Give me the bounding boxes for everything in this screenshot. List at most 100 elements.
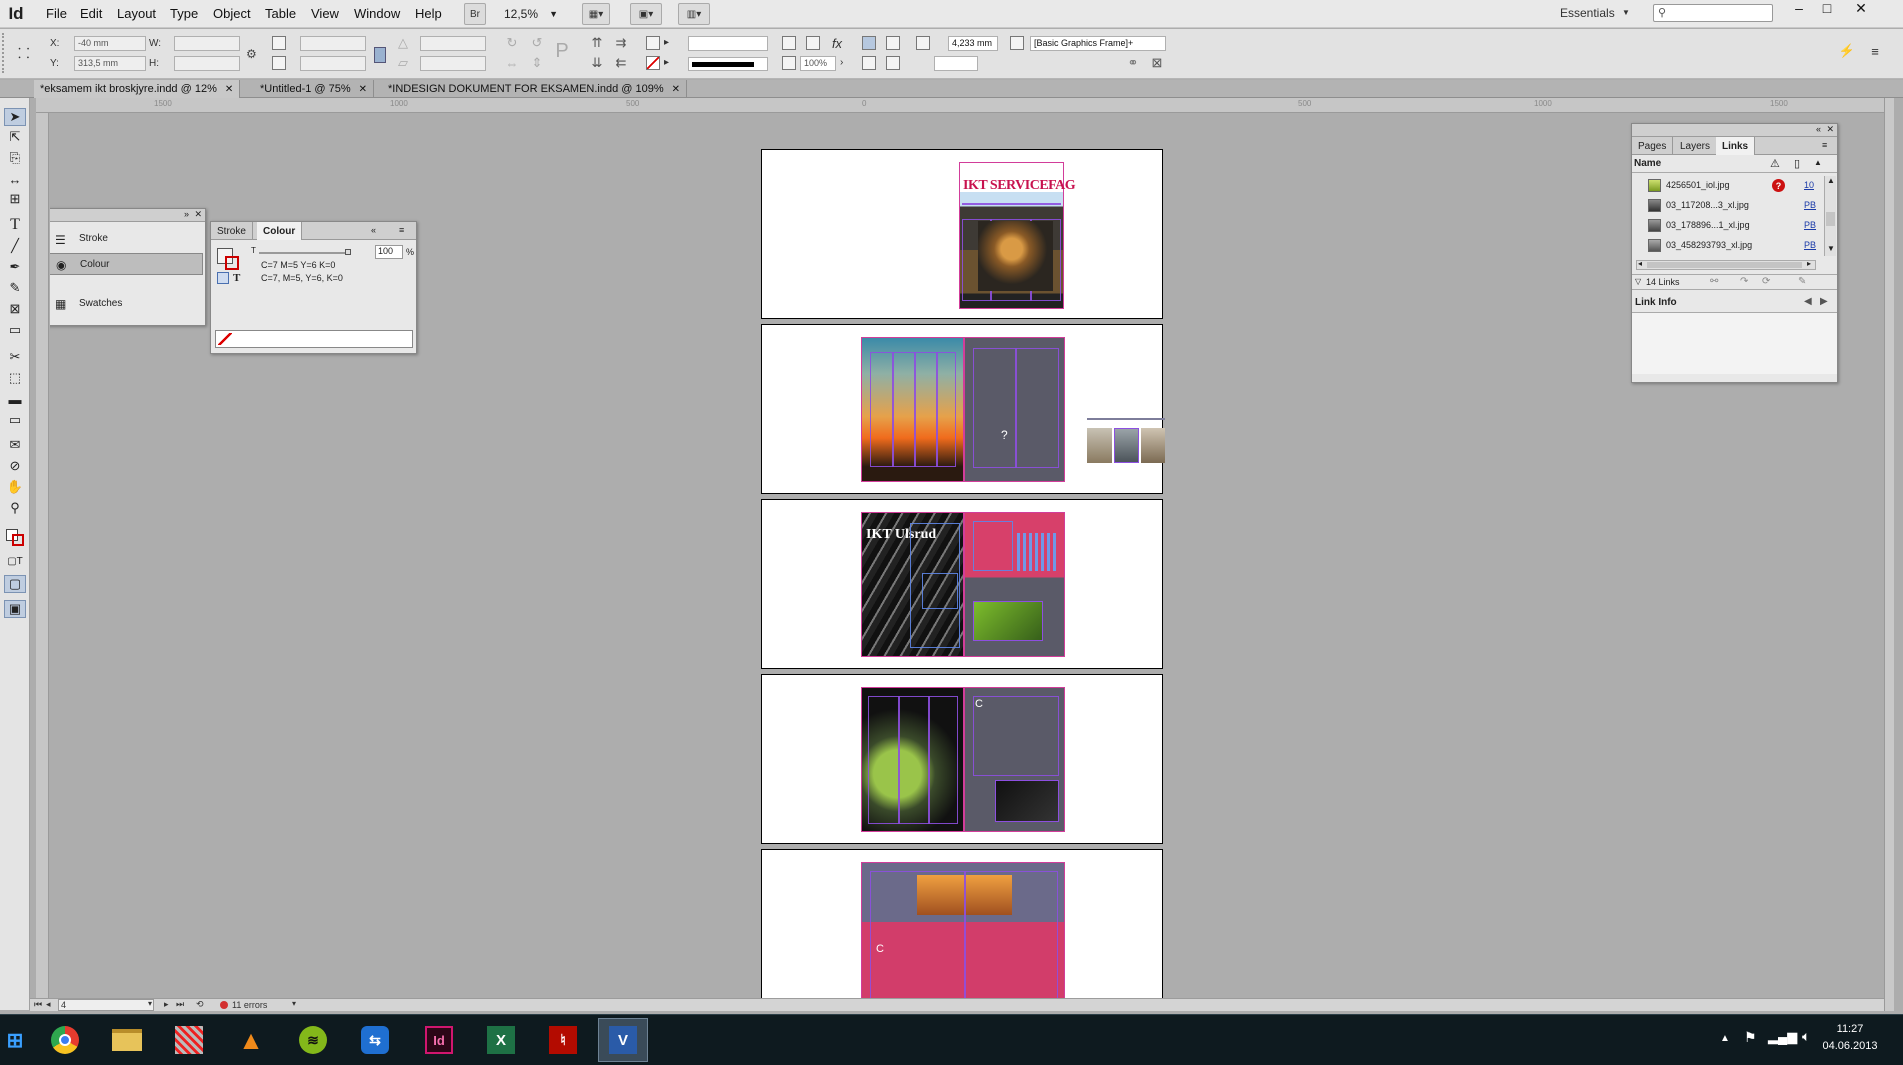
vlc-icon[interactable]: ▲ [226, 1018, 276, 1062]
hand-tool-icon[interactable]: ✋ [4, 478, 26, 496]
link-page[interactable]: PB [1804, 240, 1816, 250]
vertical-scrollbar[interactable] [1884, 98, 1894, 1011]
fit-frame-icon[interactable] [782, 36, 796, 50]
panel-header[interactable]: » ✕ [50, 209, 205, 222]
taskbar-teamviewer[interactable]: ⇆ [350, 1018, 400, 1062]
stroke-arrow-icon[interactable]: ▸ [664, 57, 669, 68]
taskbar-excel[interactable]: X [476, 1018, 526, 1062]
content-collector-icon[interactable]: ⊞ [4, 190, 26, 208]
flip-h-icon[interactable]: ⇔ [505, 56, 519, 71]
control-menu-icon[interactable]: ≡ [1868, 44, 1882, 59]
control-bar-grip-icon[interactable] [2, 33, 10, 73]
preflight-menu-icon[interactable]: ▾ [292, 999, 296, 1008]
clear-style-icon[interactable]: ⊠ [1150, 55, 1164, 70]
free-transform-tool-icon[interactable]: ⬚ [4, 369, 26, 387]
spread-3[interactable]: IKT Ulsrud [761, 499, 1163, 669]
eyedropper-tool-icon[interactable]: ⊘ [4, 457, 26, 475]
arrange-documents-button[interactable]: ▥▾ [678, 3, 710, 25]
stroke-weight-select[interactable] [688, 36, 768, 51]
page-4-left[interactable] [861, 687, 964, 832]
menu-layout[interactable]: Layout [117, 6, 156, 21]
quick-apply-icon[interactable]: ⚡ [1839, 43, 1855, 58]
page-chevron-icon[interactable]: ▾ [148, 999, 152, 1008]
scroll-thumb[interactable] [1826, 212, 1835, 226]
type-tool-icon[interactable]: T [4, 216, 26, 234]
link-page[interactable]: PB [1804, 200, 1816, 210]
page-column-icon[interactable]: ▯ [1794, 157, 1800, 170]
goto-link-icon[interactable]: ↷ [1740, 276, 1748, 287]
formatting-affects-icon[interactable]: ▢T [4, 552, 26, 570]
shear-field[interactable] [420, 56, 486, 71]
y-field[interactable]: 313,5 mm [74, 56, 146, 71]
link-page[interactable]: PB [1804, 220, 1816, 230]
volume-icon[interactable]: 🔈︎ [1802, 1028, 1810, 1045]
selection-tool-icon[interactable]: ➤ [4, 108, 26, 126]
minimize-button[interactable]: – [1784, 0, 1814, 16]
opacity-arrow-icon[interactable]: › [840, 57, 843, 68]
close-icon[interactable]: ✕ [672, 84, 680, 95]
apply-none-icon[interactable]: ▢ [4, 575, 26, 593]
page-1-cover[interactable]: IKT SERVICEFAG [959, 162, 1076, 309]
note-tool-icon[interactable]: ✉ [4, 436, 26, 454]
tab-eksamem-broskjyre[interactable]: *eksamem ikt broskjyre.indd @ 12% ✕ [34, 80, 241, 98]
page-5-spread[interactable]: C [861, 862, 1065, 998]
clock-time[interactable]: 11:27 [1822, 1023, 1878, 1035]
close-button[interactable]: ✕ [1846, 0, 1876, 16]
close-icon[interactable]: ✕ [194, 209, 202, 220]
horizontal-ruler[interactable]: 1500 1000 500 0 500 1000 1500 [36, 98, 1884, 113]
rotation-field[interactable] [420, 36, 486, 51]
scroll-left-icon[interactable]: ◂ [1638, 259, 1642, 268]
bridge-button[interactable]: Br [464, 3, 486, 25]
none-swatch-icon[interactable] [218, 333, 232, 345]
view-options-button[interactable]: ▦▾ [582, 3, 610, 25]
taskbar-acrobat[interactable]: ♮ [538, 1018, 588, 1062]
prev-link-icon[interactable]: ◀ [1804, 296, 1812, 307]
spread-1[interactable]: IKT SERVICEFAG [761, 149, 1163, 319]
line-tool-icon[interactable]: ╱ [4, 237, 26, 255]
pen-tool-icon[interactable]: ✒ [4, 258, 26, 276]
x-field[interactable]: -40 mm [74, 36, 146, 51]
menu-view[interactable]: View [311, 6, 339, 21]
vertical-ruler[interactable] [36, 113, 49, 998]
spread-2[interactable]: ? [761, 324, 1165, 494]
reference-point-icon[interactable]: ⸬ [18, 44, 38, 64]
error-count[interactable]: 11 errors [232, 1000, 267, 1010]
panel-item-swatches[interactable]: ▦ Swatches [50, 292, 205, 316]
gap-tool-icon[interactable]: ↔ [4, 170, 26, 188]
select-container-icon[interactable]: ⇈ [590, 35, 604, 50]
wrap-shape-icon[interactable] [862, 56, 876, 70]
opacity-field[interactable]: 100% [800, 56, 836, 71]
zoom-tool-icon[interactable]: ⚲ [4, 499, 26, 517]
menu-edit[interactable]: Edit [80, 6, 102, 21]
windows-start-icon[interactable]: ⊞ [0, 1018, 30, 1062]
network-icon[interactable]: ▂▄▆ [1768, 1029, 1797, 1045]
wrap-jump-icon[interactable] [886, 56, 900, 70]
collapse-icon[interactable]: « [1816, 124, 1821, 134]
taskbar-explorer[interactable] [102, 1018, 152, 1062]
search-input[interactable]: ⚲ [1653, 4, 1773, 22]
menu-window[interactable]: Window [354, 6, 400, 21]
tab-colour[interactable]: Colour [257, 222, 303, 240]
clock-date[interactable]: 04.06.2013 [1822, 1040, 1878, 1052]
sort-arrow-icon[interactable]: ▲ [1814, 158, 1822, 167]
stroke-type-select[interactable] [688, 57, 768, 71]
name-column-header[interactable]: Name [1634, 158, 1661, 169]
menu-object[interactable]: Object [213, 6, 251, 21]
screen-mode-icon[interactable]: ▣ [4, 600, 26, 618]
panel-menu-icon[interactable]: ≡ [399, 225, 404, 235]
clear-overrides-icon[interactable]: ⚭ [1126, 55, 1140, 70]
edit-original-icon[interactable]: ✎ [1798, 276, 1806, 287]
select-next-icon[interactable]: ⇉ [614, 35, 628, 50]
fit-content-icon[interactable] [806, 36, 820, 50]
fill-swatch-icon[interactable] [646, 36, 660, 50]
object-style-select[interactable]: [Basic Graphics Frame]+ [1030, 36, 1166, 51]
tab-stroke[interactable]: Stroke [211, 222, 253, 240]
next-page-icon[interactable]: ▸ [164, 999, 169, 1010]
rotate-cw-icon[interactable]: ↻ [505, 35, 519, 50]
taskbar-visio[interactable]: V [598, 1018, 648, 1062]
taskbar-indesign[interactable]: Id [414, 1018, 464, 1062]
stroke-swatch-icon[interactable] [646, 56, 660, 70]
workspace-switcher[interactable]: Essentials [1560, 6, 1615, 20]
taskbar-media[interactable] [164, 1018, 214, 1062]
action-center-icon[interactable]: ⚑ [1744, 1029, 1757, 1046]
